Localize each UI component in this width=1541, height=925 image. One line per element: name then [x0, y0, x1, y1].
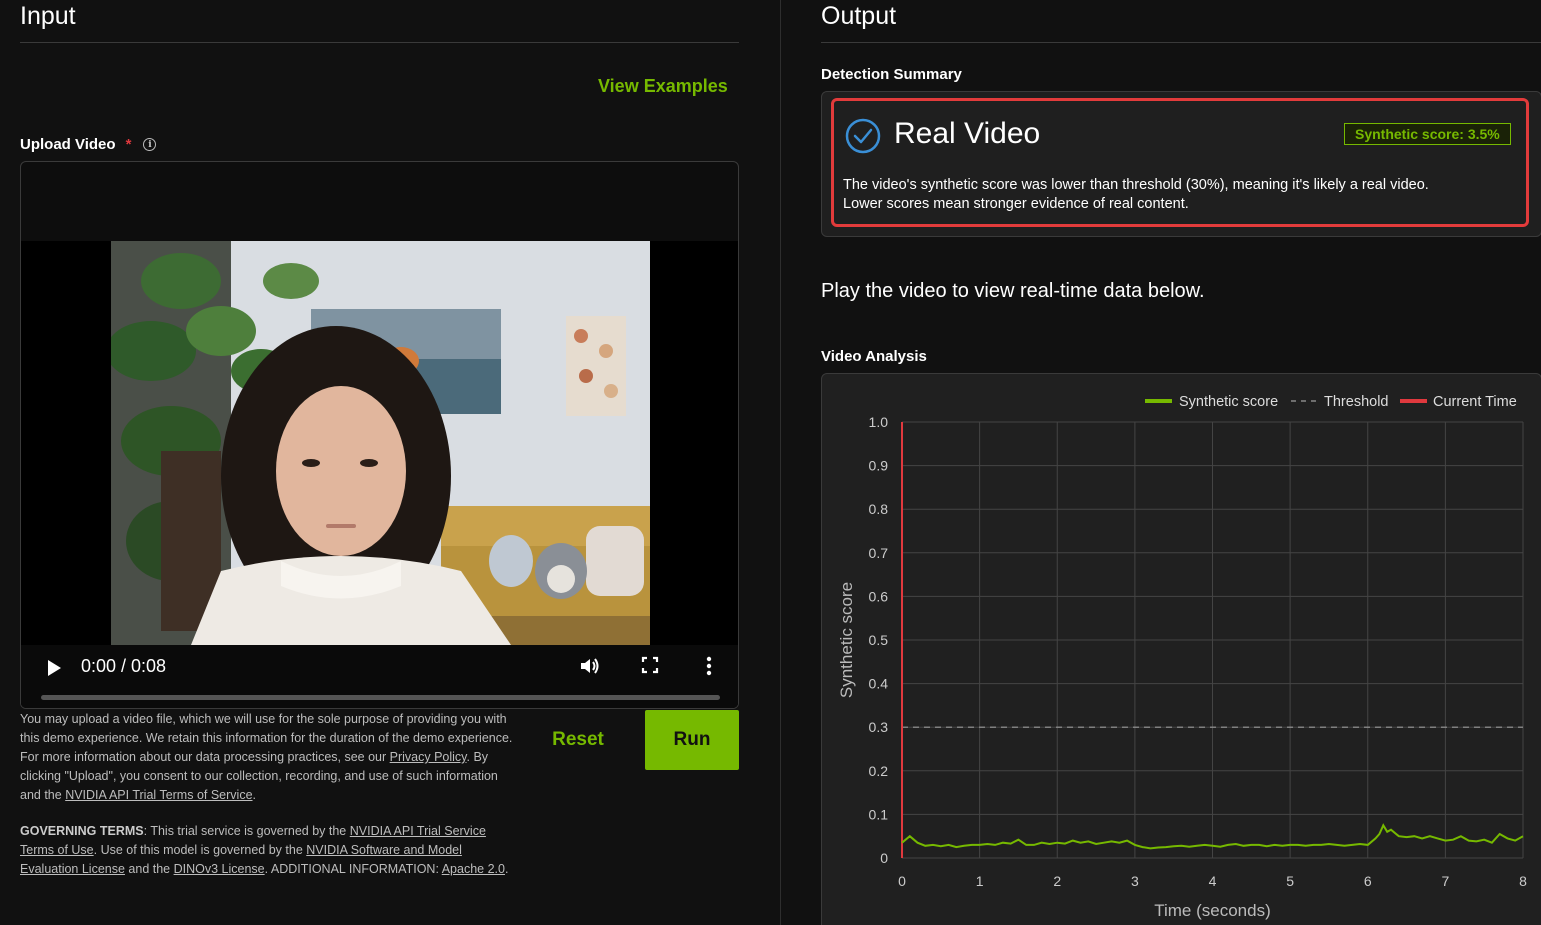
y-tick-label: 0.9 — [869, 458, 889, 474]
dinov3-license-link[interactable]: DINOv3 License — [174, 862, 265, 876]
x-tick-label: 5 — [1286, 873, 1294, 889]
governing-text-3: and the — [124, 862, 174, 876]
governing-text-2: . Use of this model is governed by the — [93, 843, 307, 857]
required-mark: * — [125, 136, 132, 153]
y-tick-label: 0.4 — [869, 676, 889, 692]
video-frame-image — [111, 241, 650, 645]
legend-current-time-label: Current Time — [1433, 394, 1517, 410]
upload-disclaimer: You may upload a video file, which we wi… — [20, 710, 520, 805]
governing-terms: GOVERNING TERMS: This trial service is g… — [20, 822, 520, 879]
governing-terms-label: GOVERNING TERMS — [20, 824, 144, 838]
view-examples-link[interactable]: View Examples — [598, 76, 728, 97]
result-description-line-2: Lower scores mean stronger evidence of r… — [843, 196, 1189, 212]
y-tick-label: 0.7 — [869, 545, 889, 561]
y-tick-label: 1.0 — [869, 414, 889, 430]
output-panel: Output Detection Summary Real Video Synt… — [780, 0, 1541, 925]
detection-summary-label: Detection Summary — [821, 66, 962, 83]
play-icon[interactable] — [48, 660, 61, 676]
synthetic-score-badge: Synthetic score: 3.5% — [1344, 123, 1511, 145]
video-frame[interactable] — [111, 241, 650, 645]
privacy-policy-link[interactable]: Privacy Policy — [390, 750, 467, 764]
info-icon[interactable]: i — [143, 138, 157, 151]
result-description-line-1: The video's synthetic score was lower th… — [843, 177, 1429, 193]
video-analysis-chart: 0 0.1 0.2 0.3 0.4 0.5 0.6 0.7 0.8 0.9 1.0 0 1 2 3 4 5 6 7 8… — [821, 373, 1541, 925]
video-progress-bar[interactable] — [41, 695, 720, 700]
governing-text-4: . ADDITIONAL INFORMATION: — [264, 862, 442, 876]
y-tick-label: 0.1 — [869, 806, 889, 822]
video-player[interactable]: 0:00 / 0:08 — [21, 241, 738, 708]
reset-button[interactable]: Reset — [532, 711, 624, 769]
y-tick-label: 0.3 — [869, 719, 889, 735]
y-tick-label: 0.8 — [869, 501, 889, 517]
x-tick-label: 4 — [1209, 873, 1217, 889]
y-tick-label: 0.5 — [869, 632, 889, 648]
input-panel: Input View Examples Upload Video * i 0:0… — [0, 0, 780, 925]
x-tick-label: 1 — [976, 873, 984, 889]
x-tick-label: 3 — [1131, 873, 1139, 889]
fullscreen-icon[interactable] — [640, 655, 660, 675]
volume-icon[interactable] — [578, 654, 602, 678]
input-divider — [20, 42, 739, 43]
video-controls: 0:00 / 0:08 — [21, 645, 738, 708]
upload-video-label-text: Upload Video — [20, 136, 116, 153]
apache-license-link[interactable]: Apache 2.0 — [442, 862, 505, 876]
run-button[interactable]: Run — [645, 710, 739, 770]
x-tick-label: 2 — [1053, 873, 1061, 889]
more-options-icon[interactable] — [701, 655, 717, 677]
x-tick-label: 8 — [1519, 873, 1527, 889]
y-axis-label: Synthetic score — [837, 582, 856, 698]
governing-text-5: . — [504, 862, 509, 876]
x-tick-label: 7 — [1441, 873, 1449, 889]
result-title: Real Video — [894, 117, 1041, 150]
upload-video-label: Upload Video * i — [20, 136, 157, 153]
x-axis-label: Time (seconds) — [1154, 901, 1271, 920]
input-title: Input — [20, 2, 76, 30]
video-time: 0:00 / 0:08 — [81, 656, 167, 676]
disclaimer-text-3: . — [252, 788, 257, 802]
detection-summary-card: Real Video Synthetic score: 3.5% The vid… — [821, 91, 1541, 237]
governing-text-1: : This trial service is governed by the — [143, 824, 350, 838]
trial-terms-link[interactable]: NVIDIA API Trial Terms of Service — [65, 788, 252, 802]
chart-svg: 0 0.1 0.2 0.3 0.4 0.5 0.6 0.7 0.8 0.9 1.0 0 1 2 3 4 5 6 7 8… — [837, 394, 1527, 920]
legend-threshold-label: Threshold — [1324, 394, 1388, 410]
output-title: Output — [821, 2, 897, 30]
video-analysis-label: Video Analysis — [821, 348, 927, 365]
play-video-note: Play the video to view real-time data be… — [821, 280, 1205, 302]
output-divider — [821, 42, 1541, 43]
y-tick-label: 0.6 — [869, 588, 889, 604]
detection-summary-highlight: Real Video Synthetic score: 3.5% The vid… — [831, 98, 1529, 227]
upload-video-dropzone[interactable]: 0:00 / 0:08 — [20, 161, 739, 709]
y-tick-label: 0 — [880, 850, 888, 866]
x-tick-label: 0 — [898, 873, 906, 889]
x-tick-label: 6 — [1364, 873, 1372, 889]
y-tick-label: 0.2 — [869, 763, 889, 779]
result-description: The video's synthetic score was lower th… — [843, 176, 1523, 214]
legend-synthetic-label: Synthetic score — [1179, 394, 1278, 410]
check-circle-icon — [845, 118, 881, 154]
